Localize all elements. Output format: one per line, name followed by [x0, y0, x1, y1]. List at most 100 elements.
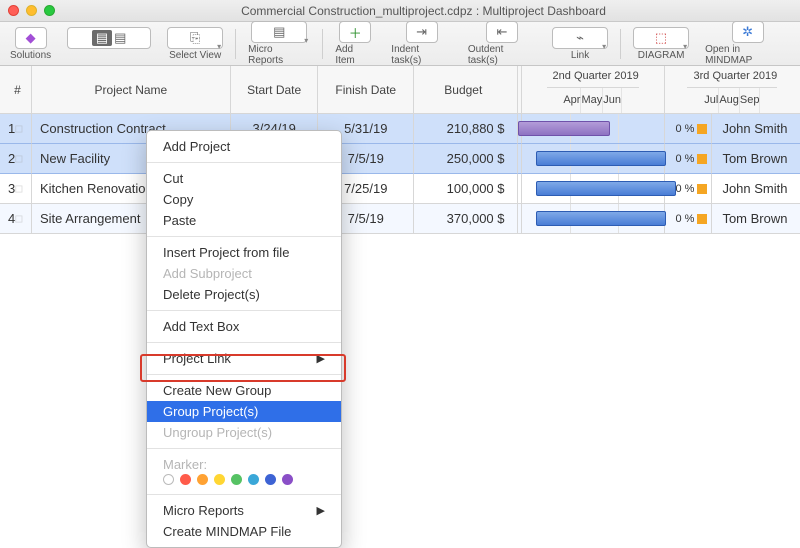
- toolbar-separator: [322, 29, 323, 59]
- status-icon: [15, 183, 23, 195]
- submenu-arrow-icon: ▶: [317, 352, 325, 365]
- micro-reports-icon: ▤: [251, 21, 307, 43]
- ctx-add-project[interactable]: Add Project: [147, 136, 341, 157]
- col-header-name[interactable]: Project Name: [32, 66, 231, 114]
- ctx-ungroup-projects: Ungroup Project(s): [147, 422, 341, 443]
- budget-cell[interactable]: 100,000 $: [414, 174, 518, 204]
- table-row[interactable]: 2 New Facility 7/5/19 250,000 $ 0 % Tom …: [0, 144, 800, 174]
- marker-blue[interactable]: [265, 474, 276, 485]
- ctx-create-group[interactable]: Create New Group: [147, 380, 341, 401]
- add-icon: ＋: [339, 21, 371, 43]
- chevron-down-icon: ▾: [217, 42, 221, 51]
- marker-none[interactable]: [163, 474, 174, 485]
- table-row[interactable]: 1 Construction Contract 3/24/19 5/31/19 …: [0, 114, 800, 144]
- col-header-q3[interactable]: 3rd Quarter 2019 Jul Aug Sep: [665, 66, 800, 114]
- flag-icon: [697, 184, 707, 194]
- toolbar-separator: [620, 29, 621, 59]
- col-header-start[interactable]: Start Date: [231, 66, 319, 114]
- col-header-budget[interactable]: Budget: [414, 66, 518, 114]
- select-view-icon: ⎘: [167, 27, 223, 49]
- window-titlebar: Commercial Construction_multiproject.cdp…: [0, 0, 800, 22]
- open-mindmap-button[interactable]: ✲ Open in MINDMAP: [701, 21, 794, 66]
- progress-cell: 0 %: [665, 114, 713, 144]
- view-mode-button[interactable]: ▤▤: [63, 27, 155, 61]
- ctx-paste[interactable]: Paste: [147, 210, 341, 231]
- row-index: 2: [0, 144, 32, 174]
- progress-cell: 0 %: [665, 204, 713, 234]
- budget-cell[interactable]: 370,000 $: [414, 204, 518, 234]
- row-index: 4: [0, 204, 32, 234]
- diagram-button[interactable]: ⬚ DIAGRAM ▾: [629, 27, 693, 61]
- chevron-down-icon: ▾: [304, 36, 308, 45]
- gantt-bar[interactable]: [518, 121, 610, 136]
- marker-teal[interactable]: [248, 474, 259, 485]
- col-header-q2[interactable]: 2nd Quarter 2019 Apr May Jun: [522, 66, 665, 114]
- ctx-micro-reports[interactable]: Micro Reports▶: [147, 500, 341, 521]
- owner-cell: Tom Brown: [712, 204, 800, 234]
- progress-cell: 0 %: [665, 144, 713, 174]
- zoom-window-icon[interactable]: [44, 5, 55, 16]
- gantt-cell[interactable]: [522, 114, 665, 144]
- chevron-down-icon: ▾: [602, 42, 606, 51]
- marker-yellow[interactable]: [214, 474, 225, 485]
- ctx-add-subproject: Add Subproject: [147, 263, 341, 284]
- owner-cell: John Smith: [712, 114, 800, 144]
- view-mode-icon: ▤▤: [67, 27, 151, 49]
- add-item-button[interactable]: ＋ Add Item: [331, 21, 379, 66]
- marker-purple[interactable]: [282, 474, 293, 485]
- solutions-icon: ◆: [15, 27, 47, 49]
- gantt-cell[interactable]: [522, 144, 665, 174]
- status-icon: [15, 123, 23, 135]
- gantt-bar[interactable]: [536, 181, 676, 196]
- chevron-down-icon: ▾: [683, 42, 687, 51]
- ctx-insert-from-file[interactable]: Insert Project from file: [147, 242, 341, 263]
- micro-reports-button[interactable]: ▤ Micro Reports ▾: [244, 21, 314, 66]
- table-row[interactable]: 4 Site Arrangement 7/5/19 370,000 $ 0 % …: [0, 204, 800, 234]
- marker-orange[interactable]: [197, 474, 208, 485]
- traffic-lights[interactable]: [8, 5, 55, 16]
- ctx-cut[interactable]: Cut: [147, 168, 341, 189]
- select-view-button[interactable]: ⎘ Select View ▾: [163, 27, 227, 61]
- owner-cell: John Smith: [712, 174, 800, 204]
- window-title: Commercial Construction_multiproject.cdp…: [55, 4, 792, 18]
- budget-cell[interactable]: 210,880 $: [414, 114, 518, 144]
- indent-icon: ⇥: [406, 21, 438, 43]
- flag-icon: [697, 124, 707, 134]
- flag-icon: [697, 214, 707, 224]
- ctx-group-projects[interactable]: Group Project(s): [147, 401, 341, 422]
- owner-cell: Tom Brown: [712, 144, 800, 174]
- table-header: # Project Name Start Date Finish Date Bu…: [0, 66, 800, 114]
- status-icon: [15, 153, 23, 165]
- gantt-bar[interactable]: [536, 211, 666, 226]
- mindmap-icon: ✲: [732, 21, 764, 43]
- toolbar-separator: [235, 29, 236, 59]
- col-header-index[interactable]: #: [0, 66, 32, 114]
- indent-button[interactable]: ⇥ Indent task(s): [387, 21, 456, 66]
- marker-green[interactable]: [231, 474, 242, 485]
- solutions-button[interactable]: ◆ Solutions: [6, 27, 55, 61]
- gantt-cell[interactable]: [522, 174, 665, 204]
- outdent-button[interactable]: ⇤ Outdent task(s): [464, 21, 540, 66]
- ctx-add-textbox[interactable]: Add Text Box: [147, 316, 341, 337]
- ctx-marker-colors: [147, 472, 341, 489]
- close-window-icon[interactable]: [8, 5, 19, 16]
- marker-red[interactable]: [180, 474, 191, 485]
- ctx-copy[interactable]: Copy: [147, 189, 341, 210]
- gantt-cell[interactable]: [522, 204, 665, 234]
- ctx-create-mindmap[interactable]: Create MINDMAP File: [147, 521, 341, 542]
- minimize-window-icon[interactable]: [26, 5, 37, 16]
- row-index: 1: [0, 114, 32, 144]
- status-icon: [15, 213, 23, 225]
- row-index: 3: [0, 174, 32, 204]
- ctx-marker-label: Marker:: [147, 454, 341, 472]
- outdent-icon: ⇤: [486, 21, 518, 43]
- ctx-project-link[interactable]: Project Link▶: [147, 348, 341, 369]
- main-toolbar: ◆ Solutions ▤▤ ⎘ Select View ▾ ▤ Micro R…: [0, 22, 800, 66]
- link-button[interactable]: ⌁ Link ▾: [548, 27, 612, 61]
- gantt-bar[interactable]: [536, 151, 666, 166]
- link-icon: ⌁: [552, 27, 608, 49]
- table-row[interactable]: 3 Kitchen Renovation 7/25/19 100,000 $ 0…: [0, 174, 800, 204]
- col-header-finish[interactable]: Finish Date: [318, 66, 414, 114]
- ctx-delete-project[interactable]: Delete Project(s): [147, 284, 341, 305]
- budget-cell[interactable]: 250,000 $: [414, 144, 518, 174]
